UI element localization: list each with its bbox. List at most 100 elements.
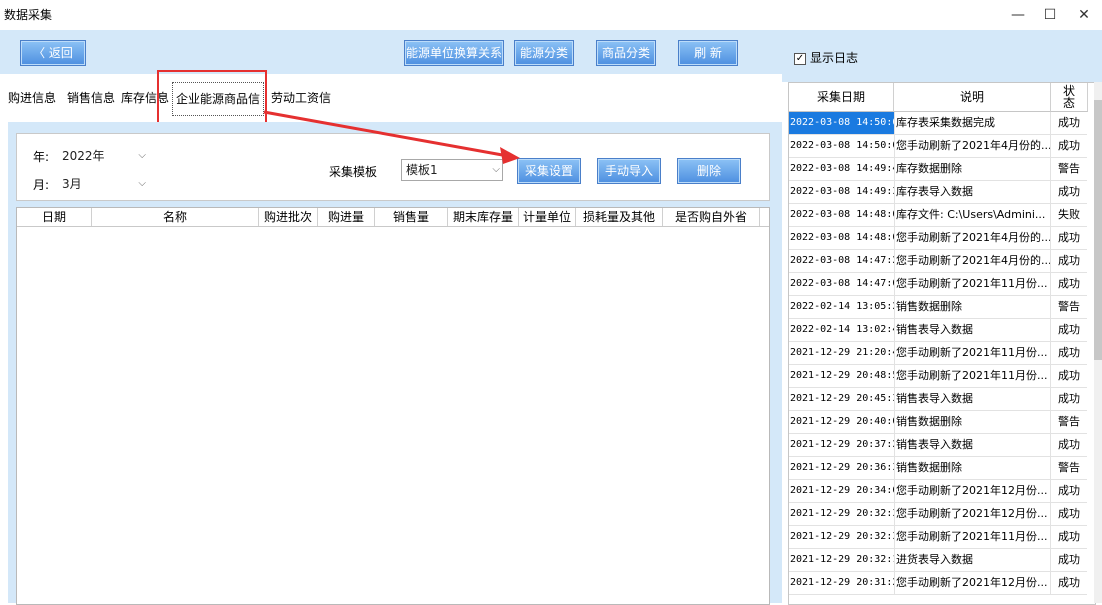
log-status: 警告 [1058, 162, 1080, 175]
log-col-status[interactable]: 状态 [1051, 83, 1088, 112]
log-status: 警告 [1058, 415, 1080, 428]
log-date: 2021-12-29 20:40:06 [789, 411, 895, 433]
year-label: 年: [33, 150, 50, 164]
log-date: 2021-12-29 20:45:33 [789, 388, 895, 410]
product-category-button[interactable]: 商品分类 [596, 40, 656, 66]
log-row[interactable]: 2022-03-08 14:49:46 库存数据删除 警告 [789, 158, 1087, 181]
maximize-button[interactable]: ☐ [1032, 4, 1068, 26]
log-row[interactable]: 2022-03-08 14:50:05 库存表采集数据完成 成功 [789, 112, 1087, 135]
log-row[interactable]: 2021-12-29 21:20:41 您手动刷新了2021年11月份... 成功 [789, 342, 1087, 365]
minimize-button[interactable]: — [1000, 4, 1036, 26]
log-row[interactable]: 2022-02-14 13:05:27 销售数据删除 警告 [789, 296, 1087, 319]
log-row[interactable]: 2021-12-29 20:32:13 进货表导入数据 成功 [789, 549, 1087, 572]
log-date: 2021-12-29 20:37:27 [789, 434, 895, 456]
log-description: 您手动刷新了2021年4月份的... [894, 227, 1051, 249]
log-description: 您手动刷新了2021年11月份... [894, 365, 1051, 387]
log-row[interactable]: 2021-12-29 20:45:33 销售表导入数据 成功 [789, 388, 1087, 411]
col-purchase-batch[interactable]: 购进批次 [259, 208, 318, 226]
log-row[interactable]: 2022-03-08 14:47:05 您手动刷新了2021年11月份... 成功 [789, 273, 1087, 296]
tab-purchase[interactable]: 购进信息 [0, 78, 64, 118]
tab-sales[interactable]: 销售信息 [66, 78, 116, 118]
log-status: 成功 [1058, 139, 1080, 152]
log-col-date[interactable]: 采集日期 [789, 83, 894, 112]
log-row[interactable]: 2022-03-08 14:48:02 您手动刷新了2021年4月份的... 成功 [789, 227, 1087, 250]
log-row[interactable]: 2021-12-29 20:32:39 您手动刷新了2021年12月份... 成功 [789, 503, 1087, 526]
col-ending-stock[interactable]: 期末库存量 [448, 208, 519, 226]
log-row[interactable]: 2022-03-08 14:48:02 库存文件: C:\Users\Admini… [789, 204, 1087, 227]
log-row[interactable]: 2021-12-29 20:36:32 销售数据删除 警告 [789, 457, 1087, 480]
log-description: 销售表导入数据 [894, 434, 1051, 456]
show-log-label: 显示日志 [810, 51, 859, 65]
month-select[interactable]: 3月 ⌵ [57, 173, 149, 195]
log-row[interactable]: 2021-12-29 20:37:27 销售表导入数据 成功 [789, 434, 1087, 457]
log-row[interactable]: 2021-12-29 20:40:06 销售数据删除 警告 [789, 411, 1087, 434]
log-date: 2022-03-08 14:48:02 [789, 227, 895, 249]
col-unit[interactable]: 计量单位 [519, 208, 576, 226]
log-date: 2022-03-08 14:47:27 [789, 250, 895, 272]
log-col-status-label: 状态 [1062, 84, 1075, 110]
col-name[interactable]: 名称 [92, 208, 259, 226]
log-description: 库存表导入数据 [894, 181, 1051, 203]
energy-unit-button[interactable]: 能源单位换算关系 [404, 40, 504, 66]
log-row[interactable]: 2022-03-08 14:47:27 您手动刷新了2021年4月份的... 成功 [789, 250, 1087, 273]
log-row[interactable]: 2021-12-29 20:34:02 您手动刷新了2021年12月份... 成功 [789, 480, 1087, 503]
log-date: 2021-12-29 20:34:02 [789, 480, 895, 502]
log-status: 成功 [1058, 507, 1080, 520]
delete-button[interactable]: 删除 [677, 158, 741, 184]
energy-category-button[interactable]: 能源分类 [514, 40, 574, 66]
log-status: 成功 [1058, 254, 1080, 267]
log-row[interactable]: 2021-12-29 20:31:26 您手动刷新了2021年12月份... 成功 [789, 572, 1087, 595]
log-row[interactable]: 2022-02-14 13:02:40 销售表导入数据 成功 [789, 319, 1087, 342]
col-purchase-qty[interactable]: 购进量 [318, 208, 375, 226]
window-title: 数据采集 [4, 8, 53, 22]
year-select[interactable]: 2022年 ⌵ [57, 145, 149, 167]
checkbox-icon[interactable]: ✓ [794, 52, 806, 65]
log-scrollbar[interactable] [1094, 82, 1102, 603]
log-status: 成功 [1058, 530, 1080, 543]
log-date: 2022-03-08 14:48:02 [789, 204, 895, 226]
log-row[interactable]: 2021-12-29 20:32:34 您手动刷新了2021年11月份... 成功 [789, 526, 1087, 549]
log-status: 成功 [1058, 438, 1080, 451]
collect-settings-button[interactable]: 采集设置 [517, 158, 581, 184]
log-row[interactable]: 2022-03-08 14:50:05 您手动刷新了2021年4月份的... 成功 [789, 135, 1087, 158]
log-description: 销售表导入数据 [894, 319, 1051, 341]
chevron-down-icon: ⌵ [138, 150, 146, 161]
log-status: 成功 [1058, 116, 1080, 129]
log-status: 成功 [1058, 185, 1080, 198]
log-status: 警告 [1058, 300, 1080, 313]
template-select[interactable]: 模板1 ⌵ [401, 159, 503, 181]
log-description: 您手动刷新了2021年11月份... [894, 273, 1051, 295]
template-label: 采集模板 [329, 165, 378, 179]
scroll-thumb[interactable] [1094, 100, 1102, 360]
log-date: 2022-03-08 14:50:05 [789, 135, 895, 157]
col-date[interactable]: 日期 [17, 208, 92, 226]
month-value: 3月 [62, 177, 82, 191]
title-bar: 数据采集 — ☐ ✕ [0, 0, 1102, 31]
refresh-button[interactable]: 刷 新 [678, 40, 738, 66]
log-date: 2022-03-08 14:50:05 [789, 112, 895, 134]
log-date: 2021-12-29 21:20:41 [789, 342, 895, 364]
data-grid[interactable]: 日期 名称 购进批次 购进量 销售量 期末库存量 计量单位 损耗量及其他 是否购… [16, 207, 770, 605]
log-status: 成功 [1058, 277, 1080, 290]
log-description: 您手动刷新了2021年11月份... [894, 342, 1051, 364]
col-out-of-province[interactable]: 是否购自外省 [663, 208, 760, 226]
tab-labor-wages[interactable]: 劳动工资信息 [266, 78, 336, 145]
close-button[interactable]: ✕ [1066, 4, 1102, 26]
log-description: 库存数据删除 [894, 158, 1051, 180]
back-button[interactable]: 〈 返回 [20, 40, 86, 66]
col-sales-qty[interactable]: 销售量 [375, 208, 448, 226]
log-description: 销售表导入数据 [894, 388, 1051, 410]
log-status: 成功 [1058, 369, 1080, 382]
log-row[interactable]: 2022-03-08 14:49:33 库存表导入数据 成功 [789, 181, 1087, 204]
log-row[interactable]: 2021-12-29 20:48:51 您手动刷新了2021年11月份... 成功 [789, 365, 1087, 388]
log-col-desc[interactable]: 说明 [894, 83, 1051, 112]
log-date: 2022-03-08 14:47:05 [789, 273, 895, 295]
log-description: 库存表采集数据完成 [894, 112, 1051, 134]
chevron-down-icon: ⌵ [492, 164, 500, 175]
log-date: 2022-03-08 14:49:33 [789, 181, 895, 203]
manual-import-button[interactable]: 手动导入 [597, 158, 661, 184]
show-log-toggle[interactable]: ✓ 显示日志 [794, 49, 858, 66]
log-status: 警告 [1058, 461, 1080, 474]
col-loss[interactable]: 损耗量及其他 [576, 208, 663, 226]
log-status: 成功 [1058, 323, 1080, 336]
